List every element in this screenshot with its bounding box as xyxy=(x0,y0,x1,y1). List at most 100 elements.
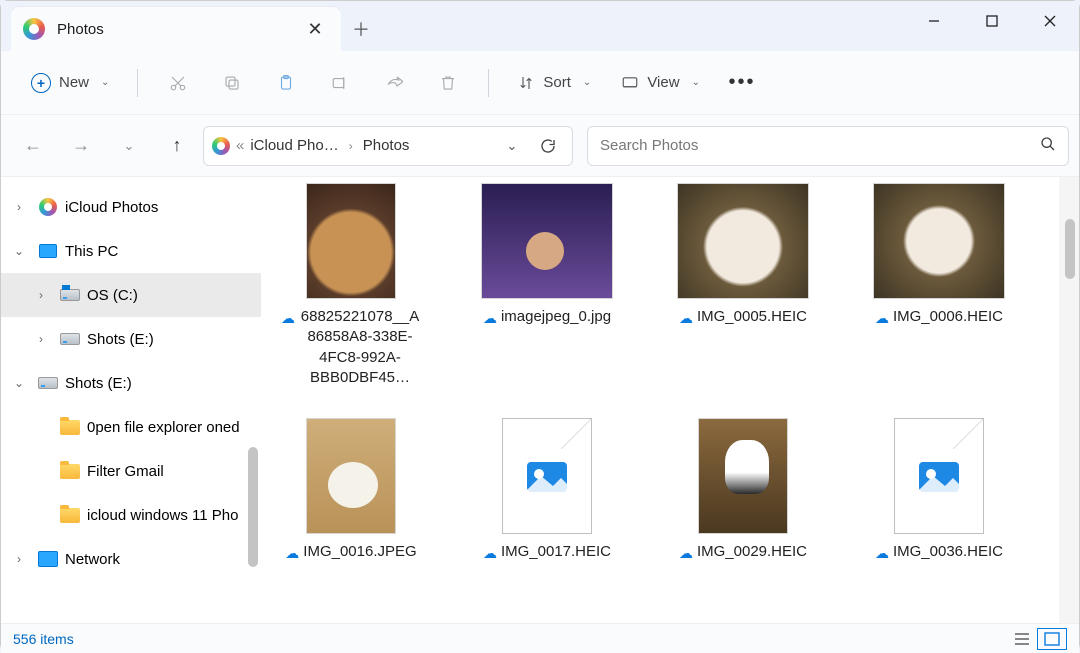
chevron-icon[interactable]: › xyxy=(29,332,53,346)
item-count: 556 items xyxy=(13,631,74,647)
paste-button[interactable] xyxy=(262,63,310,103)
address-bar: ← → ⌄ ↑ « iCloud Pho… › Photos ⌄ Search … xyxy=(1,115,1079,177)
recent-button[interactable]: ⌄ xyxy=(107,126,151,166)
image-thumbnail xyxy=(481,183,613,299)
file-thumbnail xyxy=(502,418,592,534)
sidebar-item-os-c-[interactable]: ›OS (C:) xyxy=(1,273,261,317)
new-tab-button[interactable]: ＋ xyxy=(341,7,381,51)
sidebar-item-filter-gmail[interactable]: Filter Gmail xyxy=(1,449,261,493)
sidebar-scrollbar[interactable] xyxy=(243,177,261,623)
cloud-icon: ☁ xyxy=(875,544,889,563)
refresh-button[interactable] xyxy=(532,130,564,162)
details-view-button[interactable] xyxy=(1007,628,1037,650)
photos-icon xyxy=(212,137,230,155)
minimize-button[interactable] xyxy=(905,1,963,41)
chevron-icon[interactable]: › xyxy=(7,200,31,214)
view-icon xyxy=(621,74,639,92)
chevron-icon[interactable]: ⌄ xyxy=(7,376,31,390)
separator xyxy=(488,69,489,97)
delete-button[interactable] xyxy=(424,63,472,103)
sidebar-item-icloud-photos[interactable]: › iCloud Photos xyxy=(1,185,261,229)
chevron-down-icon: ⌄ xyxy=(583,77,591,88)
file-name: 68825221078__A86858A8-338E-4FC8-992A-BBB… xyxy=(299,307,421,388)
file-item[interactable]: ☁IMG_0017.HEIC xyxy=(477,418,617,563)
file-item[interactable]: ☁IMG_0029.HEIC xyxy=(673,418,813,563)
file-name: IMG_0017.HEIC xyxy=(501,542,611,562)
plus-circle-icon: + xyxy=(31,73,51,93)
file-name: IMG_0029.HEIC xyxy=(697,542,807,562)
file-item[interactable]: ☁IMG_0006.HEIC xyxy=(869,183,1009,388)
chevron-down-icon: ⌄ xyxy=(101,77,109,88)
file-name: imagejpeg_0.jpg xyxy=(501,307,611,327)
sidebar-item-this-pc[interactable]: ⌄This PC xyxy=(1,229,261,273)
search-icon xyxy=(1040,136,1056,156)
file-item[interactable]: ☁IMG_0005.HEIC xyxy=(673,183,813,388)
sidebar-item-network[interactable]: ›Network xyxy=(1,537,261,581)
cloud-icon: ☁ xyxy=(483,544,497,563)
drive-icon xyxy=(37,372,59,394)
file-item[interactable]: ☁IMG_0036.HEIC xyxy=(869,418,1009,563)
copy-button[interactable] xyxy=(208,63,256,103)
cloud-icon: ☁ xyxy=(285,544,299,563)
chevron-right-icon: › xyxy=(349,139,353,153)
image-thumbnail xyxy=(698,418,788,534)
drive-icon xyxy=(59,328,81,350)
sidebar-label: 0pen file explorer oned xyxy=(87,419,240,436)
sort-button[interactable]: Sort ⌄ xyxy=(505,63,603,103)
forward-button[interactable]: → xyxy=(59,126,103,166)
sidebar: ›iCloud Photos⌄This PC›OS (C:)›Shots (E:… xyxy=(1,177,261,623)
rename-button[interactable] xyxy=(316,63,364,103)
maximize-button[interactable] xyxy=(963,1,1021,41)
cloud-icon: ☁ xyxy=(679,309,693,328)
sidebar-item-icloud-windows-11-pho[interactable]: icloud windows 11 Pho xyxy=(1,493,261,537)
file-name: IMG_0005.HEIC xyxy=(697,307,807,327)
cut-button[interactable] xyxy=(154,63,202,103)
new-label: New xyxy=(59,74,89,91)
image-thumbnail xyxy=(306,183,396,299)
up-button[interactable]: ↑ xyxy=(155,126,199,166)
cloud-icon: ☁ xyxy=(281,309,295,328)
close-window-button[interactable] xyxy=(1021,1,1079,41)
view-button[interactable]: View ⌄ xyxy=(609,63,712,103)
sidebar-label: Filter Gmail xyxy=(87,463,164,480)
file-thumbnail xyxy=(894,418,984,534)
sidebar-label: iCloud Photos xyxy=(65,199,158,216)
cloud-icon: ☁ xyxy=(483,309,497,328)
file-scrollbar[interactable] xyxy=(1059,177,1079,623)
image-thumbnail xyxy=(306,418,396,534)
image-thumbnail xyxy=(873,183,1005,299)
tab-title: Photos xyxy=(57,21,289,38)
file-item[interactable]: ☁68825221078__A86858A8-338E-4FC8-992A-BB… xyxy=(281,183,421,388)
sidebar-item-shots-e-[interactable]: › Shots (E:) xyxy=(1,317,261,361)
folder-icon xyxy=(59,504,81,526)
back-button[interactable]: ← xyxy=(11,126,55,166)
file-item[interactable]: ☁IMG_0016.JPEG xyxy=(281,418,421,563)
separator xyxy=(137,69,138,97)
new-button[interactable]: + New ⌄ xyxy=(19,63,121,103)
close-tab-icon[interactable]: ✕ xyxy=(301,15,329,43)
chevron-icon[interactable]: › xyxy=(7,552,31,566)
breadcrumb[interactable]: « iCloud Pho… › Photos ⌄ xyxy=(203,126,573,166)
sort-icon xyxy=(517,74,535,92)
photos-icon xyxy=(23,18,45,40)
image-thumbnail xyxy=(677,183,809,299)
search-input[interactable]: Search Photos xyxy=(587,126,1069,166)
chevron-icon[interactable]: ⌄ xyxy=(7,244,31,258)
chevron-down-icon: ⌄ xyxy=(692,77,700,88)
sidebar-item-0pen-file-explorer-oned[interactable]: 0pen file explorer oned xyxy=(1,405,261,449)
status-bar: 556 items xyxy=(1,623,1079,653)
breadcrumb-parent[interactable]: iCloud Pho… xyxy=(250,137,338,154)
folder-icon xyxy=(59,460,81,482)
sidebar-label: Shots (E:) xyxy=(87,331,154,348)
chevron-icon[interactable]: › xyxy=(29,288,53,302)
more-button[interactable]: ••• xyxy=(718,63,766,103)
breadcrumb-dropdown[interactable]: ⌄ xyxy=(496,130,528,162)
net-icon xyxy=(37,548,59,570)
sidebar-item-shots-e-[interactable]: ⌄Shots (E:) xyxy=(1,361,261,405)
share-button[interactable] xyxy=(370,63,418,103)
file-item[interactable]: ☁imagejpeg_0.jpg xyxy=(477,183,617,388)
thumbnails-view-button[interactable] xyxy=(1037,628,1067,650)
tab-photos[interactable]: Photos ✕ xyxy=(11,7,341,51)
cloud-icon: ☁ xyxy=(875,309,889,328)
breadcrumb-current[interactable]: Photos xyxy=(363,137,410,154)
